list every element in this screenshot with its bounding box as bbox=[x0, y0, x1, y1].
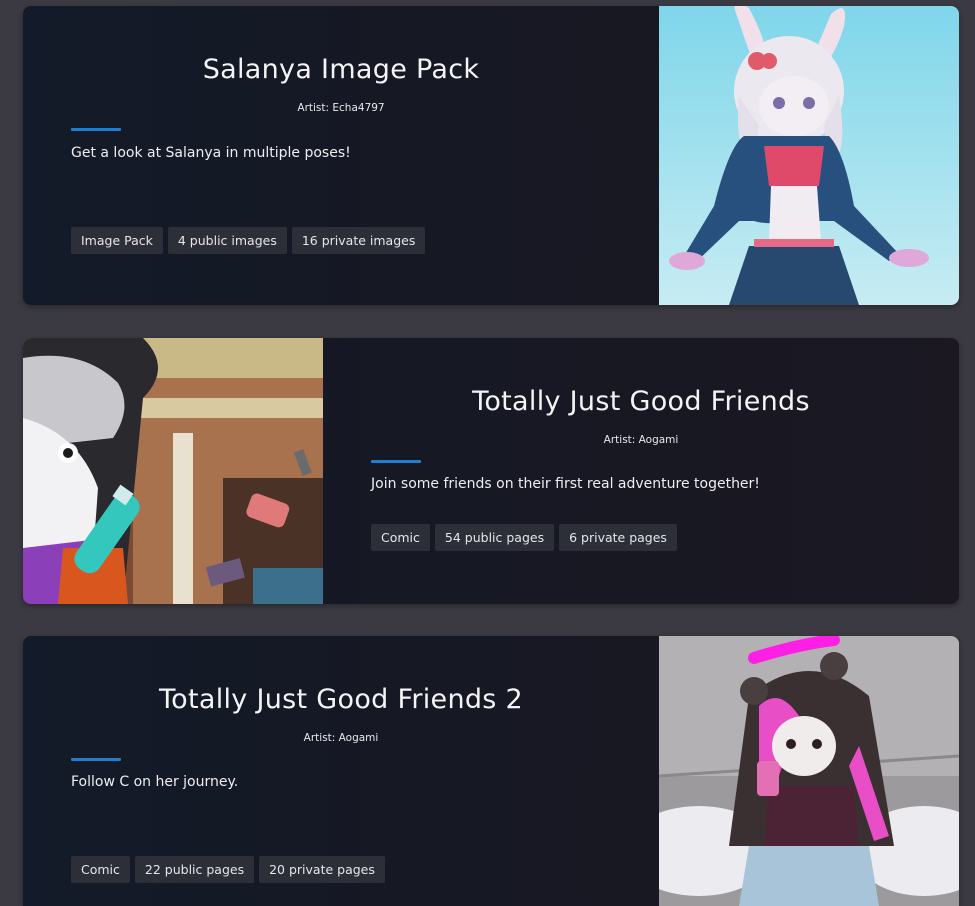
tag-public-count: 54 public pages bbox=[434, 524, 555, 551]
tag-public-count: 4 public images bbox=[167, 227, 287, 254]
cover-image[interactable] bbox=[23, 338, 323, 604]
accent-divider bbox=[71, 758, 121, 761]
card-artist: Artist: Echa4797 bbox=[297, 102, 385, 114]
gallery-card-totally-just-good-friends-2[interactable]: Totally Just Good Friends 2 Artist: Aoga… bbox=[23, 636, 959, 906]
tag-private-count: 6 private pages bbox=[559, 524, 677, 551]
tag-private-count: 20 private pages bbox=[259, 856, 385, 883]
card-content: Totally Just Good Friends 2 Artist: Aoga… bbox=[71, 636, 611, 906]
card-title[interactable]: Totally Just Good Friends 2 bbox=[71, 684, 611, 715]
gallery-card-salanya-image-pack[interactable]: Salanya Image Pack Artist: Echa4797 Get … bbox=[23, 6, 959, 305]
card-title[interactable]: Totally Just Good Friends bbox=[371, 386, 911, 417]
tag-public-count: 22 public pages bbox=[134, 856, 255, 883]
card-description: Join some friends on their first real ad… bbox=[371, 476, 760, 492]
accent-divider bbox=[371, 460, 421, 463]
accent-divider bbox=[71, 128, 121, 131]
cover-image[interactable] bbox=[659, 636, 959, 906]
tag-type: Image Pack bbox=[71, 227, 163, 254]
tag-list: Comic 54 public pages 6 private pages bbox=[371, 524, 677, 551]
tag-private-count: 16 private images bbox=[291, 227, 426, 254]
card-description: Get a look at Salanya in multiple poses! bbox=[71, 145, 351, 161]
card-artist: Artist: Aogami bbox=[303, 732, 379, 744]
card-content: Salanya Image Pack Artist: Echa4797 Get … bbox=[71, 6, 611, 305]
card-description: Follow C on her journey. bbox=[71, 774, 239, 790]
tag-type: Comic bbox=[371, 524, 430, 551]
tag-list: Image Pack 4 public images 16 private im… bbox=[71, 227, 426, 254]
tag-list: Comic 22 public pages 20 private pages bbox=[71, 856, 385, 883]
tag-type: Comic bbox=[71, 856, 130, 883]
gallery-card-totally-just-good-friends[interactable]: Totally Just Good Friends Artist: Aogami… bbox=[23, 338, 959, 604]
card-title[interactable]: Salanya Image Pack bbox=[71, 54, 611, 85]
card-content: Totally Just Good Friends Artist: Aogami… bbox=[371, 338, 911, 604]
cover-image[interactable] bbox=[659, 6, 959, 305]
card-artist: Artist: Aogami bbox=[603, 434, 679, 446]
